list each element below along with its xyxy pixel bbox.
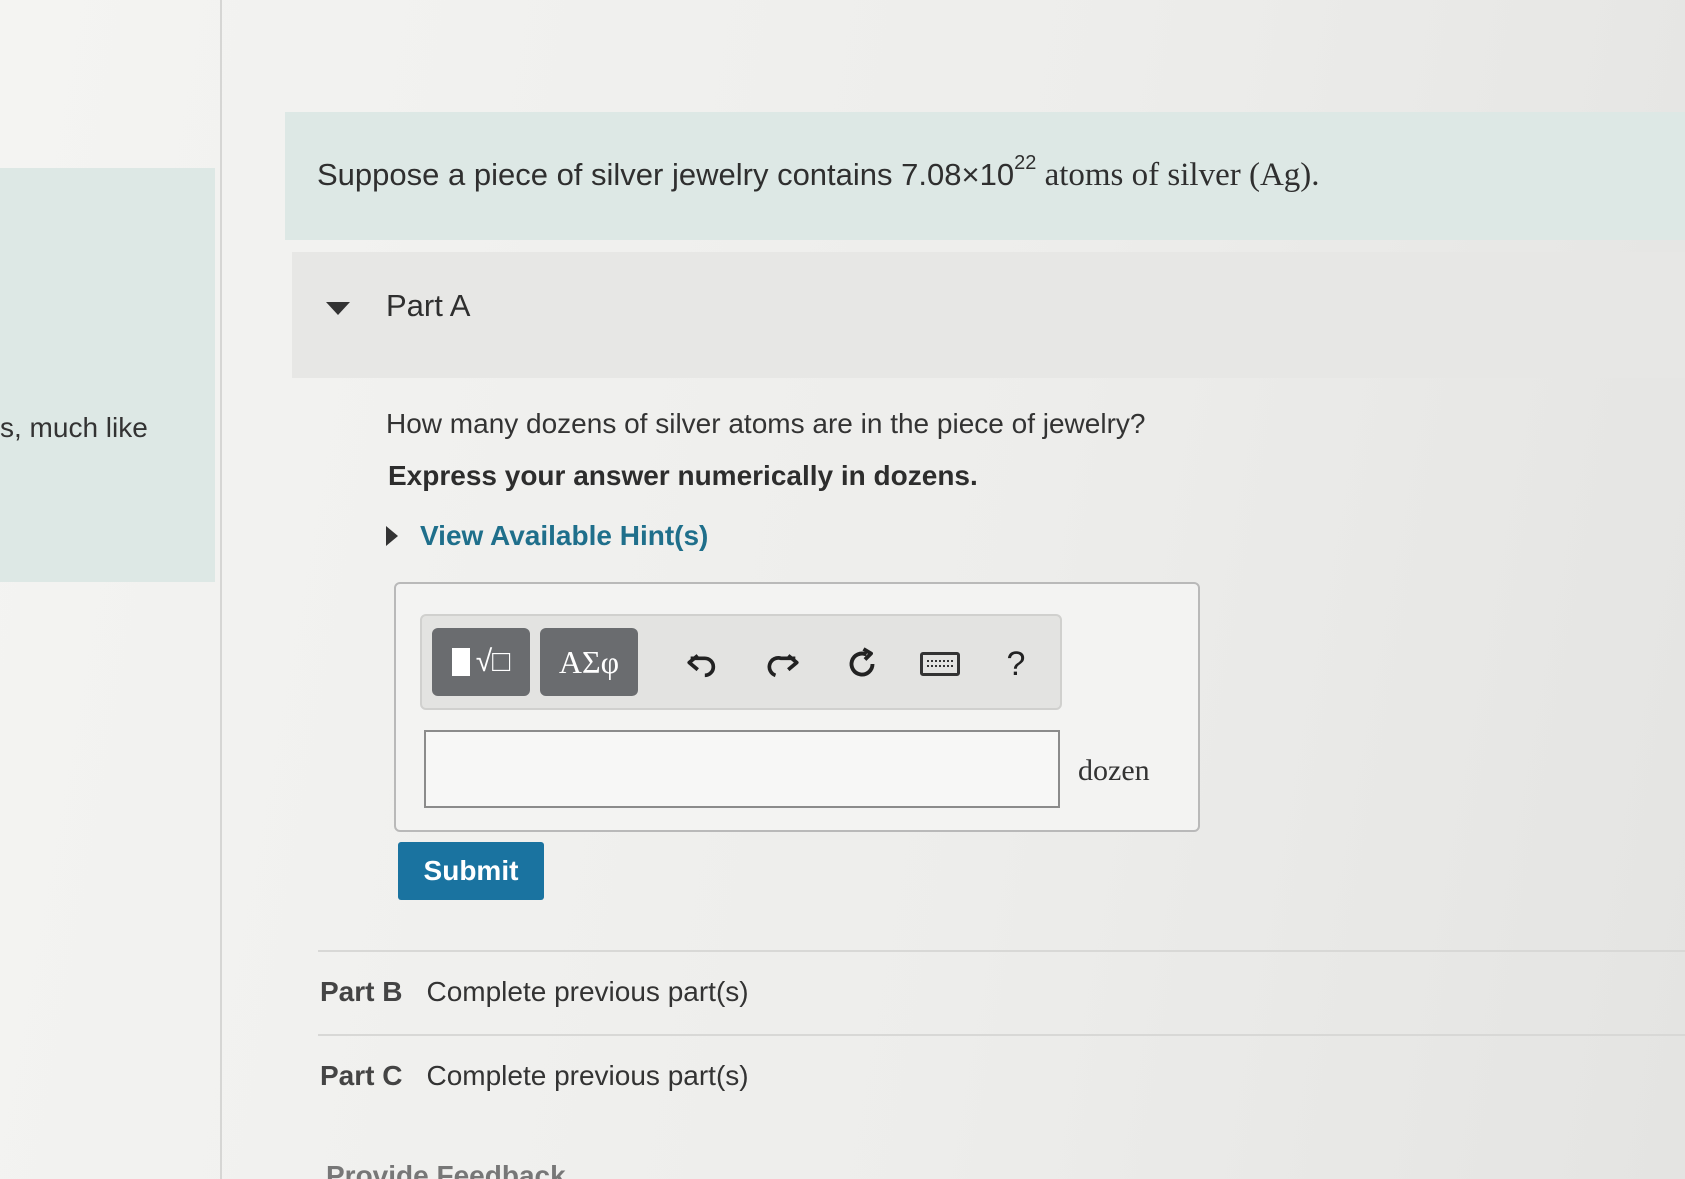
- collapse-caret-icon[interactable]: [326, 302, 350, 315]
- problem-suffix: atoms of silver (Ag).: [1036, 157, 1320, 193]
- undo-icon[interactable]: [678, 640, 726, 688]
- left-panel-text: s, much like: [0, 412, 148, 443]
- redo-icon[interactable]: [760, 640, 808, 688]
- divider: [318, 950, 1685, 952]
- part-a-title: Part A: [386, 288, 471, 323]
- problem-statement: Suppose a piece of silver jewelry contai…: [317, 152, 1320, 194]
- expand-triangle-icon: [386, 526, 398, 546]
- part-c-label: Part C: [320, 1060, 403, 1091]
- templates-button[interactable]: √□: [432, 628, 530, 696]
- page: s, much like Suppose a piece of silver j…: [0, 0, 1685, 1179]
- submit-button[interactable]: Submit: [398, 842, 544, 900]
- math-toolbar: √□ ΑΣφ ?: [420, 614, 1062, 710]
- view-hints-link[interactable]: View Available Hint(s): [386, 520, 708, 552]
- greek-label: ΑΣφ: [558, 643, 620, 680]
- part-c-row: Part C Complete previous part(s): [320, 1060, 749, 1092]
- part-b-row: Part B Complete previous part(s): [320, 976, 749, 1008]
- answer-input[interactable]: [424, 730, 1060, 808]
- left-panel: s, much like: [0, 168, 215, 582]
- part-a-header[interactable]: Part A: [292, 252, 1685, 378]
- answer-instruction: Express your answer numerically in dozen…: [388, 460, 978, 491]
- vertical-divider: [220, 0, 222, 1179]
- hint-label: View Available Hint(s): [420, 520, 709, 551]
- help-button[interactable]: ?: [992, 640, 1040, 688]
- part-c-status: Complete previous part(s): [426, 1060, 749, 1091]
- problem-mantissa: 7.08×10: [901, 157, 1015, 192]
- part-b-label: Part B: [320, 976, 403, 1007]
- square-icon: [451, 648, 470, 676]
- unit-label: dozen: [1078, 754, 1150, 787]
- part-b-status: Complete previous part(s): [426, 976, 749, 1007]
- reset-icon[interactable]: [838, 640, 886, 688]
- templates-label: √□: [475, 645, 511, 678]
- greek-symbols-button[interactable]: ΑΣφ: [540, 628, 638, 696]
- divider: [318, 1034, 1685, 1036]
- answer-box: √□ ΑΣφ ? dozen: [394, 582, 1200, 832]
- keyboard-icon[interactable]: [916, 640, 964, 688]
- problem-exponent: 22: [1014, 152, 1037, 174]
- problem-prefix: Suppose a piece of silver jewelry contai…: [317, 157, 902, 192]
- provide-feedback-link[interactable]: Provide Feedback: [326, 1160, 566, 1179]
- question-text: How many dozens of silver atoms are in t…: [386, 408, 1146, 439]
- problem-statement-banner: Suppose a piece of silver jewelry contai…: [285, 112, 1685, 240]
